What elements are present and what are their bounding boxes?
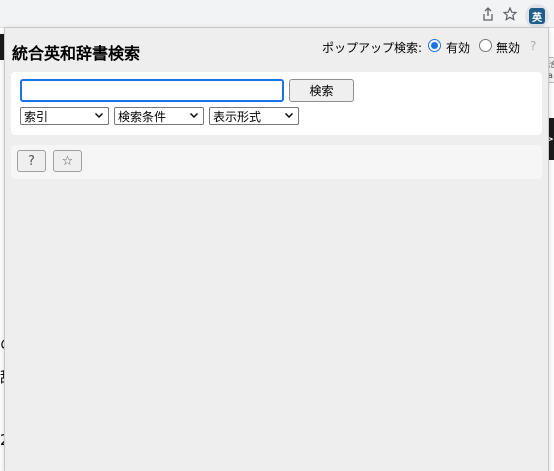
- conditions-select-value: 検索条件: [118, 109, 167, 124]
- extension-popup: 統合英和辞書検索 ポップアップ検索: 有効 無効 ? 検索 索引 検索条件 表示…: [5, 28, 548, 471]
- conditions-select[interactable]: 検索条件: [114, 107, 204, 125]
- radio-enabled[interactable]: [428, 39, 441, 52]
- chevron-down-icon: [189, 110, 199, 123]
- help-button[interactable]: ?: [17, 150, 46, 172]
- display-select[interactable]: 表示形式: [209, 107, 299, 125]
- radio-enabled-label[interactable]: 有効: [446, 39, 470, 56]
- dictionary-extension-icon[interactable]: 英: [529, 8, 545, 24]
- display-select-value: 表示形式: [213, 109, 262, 124]
- search-panel: 検索 索引 検索条件 表示形式: [11, 72, 542, 135]
- index-select-value: 索引: [24, 109, 49, 124]
- star-icon[interactable]: [502, 6, 518, 22]
- help-icon[interactable]: ?: [530, 39, 536, 53]
- share-icon[interactable]: [480, 6, 496, 22]
- radio-disabled-label[interactable]: 無効: [496, 39, 520, 56]
- search-input[interactable]: [20, 79, 284, 102]
- chevron-down-icon: [94, 110, 104, 123]
- popup-title: 統合英和辞書検索: [12, 44, 141, 63]
- browser-toolbar: 英: [0, 0, 554, 28]
- popup-header: 統合英和辞書検索 ポップアップ検索: 有効 無効 ?: [5, 28, 548, 72]
- tools-panel: ? ☆: [11, 145, 542, 179]
- chevron-down-icon: [284, 110, 294, 123]
- favorite-button[interactable]: ☆: [53, 150, 82, 172]
- index-select[interactable]: 索引: [20, 107, 109, 125]
- popup-search-label: ポップアップ検索:: [322, 41, 423, 55]
- radio-disabled[interactable]: [479, 39, 492, 52]
- search-button[interactable]: 検索: [289, 79, 354, 102]
